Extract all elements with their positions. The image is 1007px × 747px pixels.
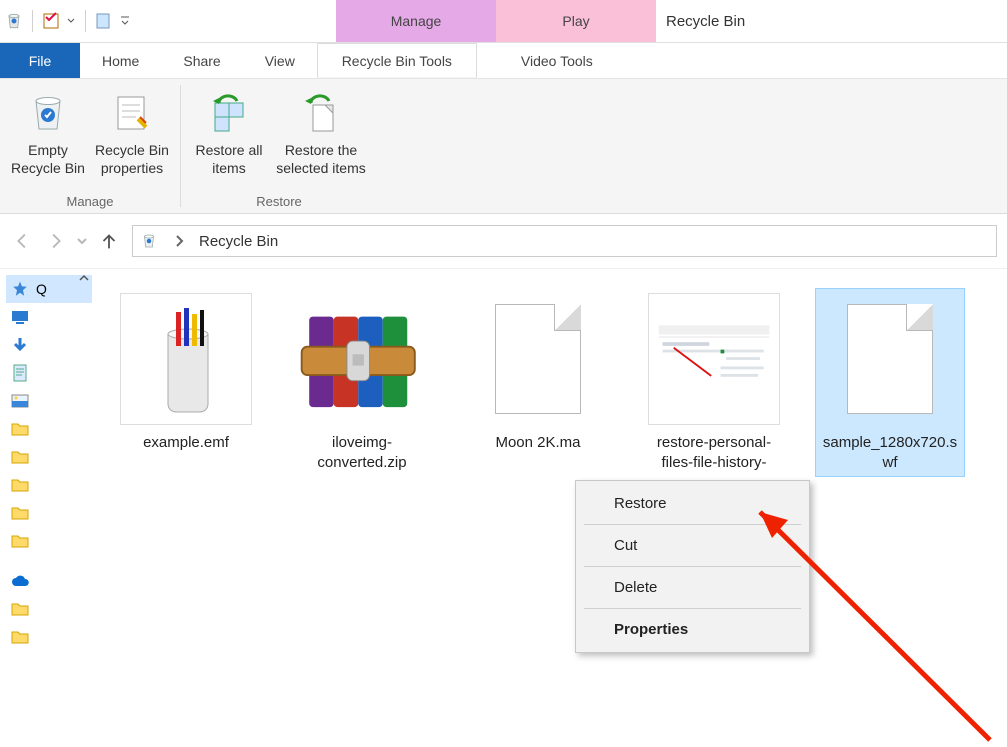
folder-icon <box>10 531 30 551</box>
sidebar-item-folder-2[interactable] <box>6 443 92 471</box>
qat-customize[interactable] <box>118 11 132 31</box>
file-thumb <box>120 293 252 425</box>
tab-share[interactable]: Share <box>161 43 242 78</box>
empty-recycle-bin-label: Empty Recycle Bin <box>6 141 90 177</box>
nav-row: Recycle Bin <box>0 214 1007 268</box>
address-bar-location-icon <box>139 231 159 251</box>
empty-recycle-bin-icon <box>24 89 72 137</box>
contextual-header-play: Play <box>496 0 656 42</box>
sidebar-item-label: Q <box>36 281 47 297</box>
sidebar-item-desktop[interactable] <box>6 303 92 331</box>
ribbon-group-manage: Empty Recycle Bin Recycle Bin properties… <box>0 79 180 213</box>
pictures-icon <box>10 391 30 411</box>
desktop-icon <box>10 307 30 327</box>
qat-generic-icon[interactable] <box>94 11 114 31</box>
recycle-bin-properties-label: Recycle Bin properties <box>90 141 174 177</box>
file-label: Moon 2K.ma <box>495 433 580 453</box>
document-icon <box>10 363 30 383</box>
titlebar: Manage Play Recycle Bin <box>0 0 1007 42</box>
sidebar-item-folder-7[interactable] <box>6 623 92 651</box>
recycle-bin-icon <box>4 11 24 31</box>
sidebar-item-folder-3[interactable] <box>6 471 92 499</box>
navigation-pane[interactable]: Q <box>0 269 92 747</box>
file-thumb <box>824 293 956 425</box>
file-label: sample_1280x720.swf <box>820 433 960 472</box>
context-menu-separator <box>584 566 801 567</box>
sidebar-item-folder-1[interactable] <box>6 415 92 443</box>
empty-recycle-bin-button[interactable]: Empty Recycle Bin <box>6 85 90 190</box>
restore-all-items-button[interactable]: Restore all items <box>187 85 271 190</box>
nav-arrows <box>10 228 122 254</box>
content-pane[interactable]: example.emf iloveimg-conve <box>92 269 1007 747</box>
ribbon: Empty Recycle Bin Recycle Bin properties… <box>0 78 1007 214</box>
file-label: restore-personal-files-file-history- <box>644 433 784 472</box>
file-thumb <box>648 293 780 425</box>
context-menu: Restore Cut Delete Properties <box>575 480 810 653</box>
file-items: example.emf iloveimg-conve <box>112 289 1007 476</box>
file-label: example.emf <box>143 433 229 453</box>
back-button[interactable] <box>10 228 36 254</box>
restore-selected-items-button[interactable]: Restore the selected items <box>271 85 371 190</box>
folder-icon <box>10 627 30 647</box>
ribbon-group-restore: Restore all items Restore the selected i… <box>181 79 377 213</box>
breadcrumb-location[interactable]: Recycle Bin <box>199 233 278 250</box>
restore-all-items-label: Restore all items <box>187 141 271 177</box>
contextual-header-manage: Manage <box>336 0 496 42</box>
context-menu-separator <box>584 524 801 525</box>
ribbon-group-manage-label: Manage <box>67 190 114 211</box>
recent-locations-button[interactable] <box>74 228 90 254</box>
tab-home[interactable]: Home <box>80 43 161 78</box>
tab-video-tools[interactable]: Video Tools <box>477 43 637 78</box>
file-item-restore-personal[interactable]: restore-personal-files-file-history- <box>640 289 788 476</box>
up-button[interactable] <box>96 228 122 254</box>
context-menu-cut[interactable]: Cut <box>578 527 807 564</box>
sidebar-item-folder-4[interactable] <box>6 499 92 527</box>
qat-dropdown-1[interactable] <box>65 11 77 31</box>
recycle-bin-properties-button[interactable]: Recycle Bin properties <box>90 85 174 190</box>
sidebar-item-folder-6[interactable] <box>6 595 92 623</box>
sidebar-item-pictures[interactable] <box>6 387 92 415</box>
file-item-moon-2k-ma[interactable]: Moon 2K.ma <box>464 289 612 476</box>
qat-properties-icon[interactable] <box>41 11 61 31</box>
context-menu-separator <box>584 608 801 609</box>
folder-icon <box>10 475 30 495</box>
tab-file[interactable]: File <box>0 43 80 78</box>
folder-icon <box>10 447 30 467</box>
star-icon <box>10 279 30 299</box>
file-thumb <box>296 293 428 425</box>
file-item-sample-swf[interactable]: sample_1280x720.swf <box>816 289 964 476</box>
main-area: Q <box>0 268 1007 747</box>
window-title: Recycle Bin <box>666 0 765 42</box>
context-menu-restore[interactable]: Restore <box>578 485 807 522</box>
quick-access-toolbar <box>0 0 136 42</box>
file-item-iloveimg-zip[interactable]: iloveimg-converted.zip <box>288 289 436 476</box>
sidebar-item-downloads[interactable] <box>6 331 92 359</box>
folder-icon <box>10 503 30 523</box>
forward-button[interactable] <box>42 228 68 254</box>
nav-scroll-up-icon[interactable] <box>76 269 92 287</box>
sidebar-item-folder-5[interactable] <box>6 527 92 555</box>
cloud-icon <box>10 571 30 591</box>
tab-view[interactable]: View <box>243 43 317 78</box>
file-label: iloveimg-converted.zip <box>292 433 432 472</box>
file-thumb <box>472 293 604 425</box>
restore-all-icon <box>205 89 253 137</box>
ribbon-group-restore-label: Restore <box>256 190 302 211</box>
folder-icon <box>10 599 30 619</box>
contextual-tab-headers: Manage Play <box>336 0 656 42</box>
sidebar-item-onedrive[interactable] <box>6 567 92 595</box>
context-menu-properties[interactable]: Properties <box>578 611 807 648</box>
downloads-icon <box>10 335 30 355</box>
restore-selected-items-label: Restore the selected items <box>271 141 371 177</box>
ribbon-tabs: File Home Share View Recycle Bin Tools V… <box>0 42 1007 78</box>
properties-icon <box>108 89 156 137</box>
address-bar[interactable]: Recycle Bin <box>132 225 997 257</box>
context-menu-delete[interactable]: Delete <box>578 569 807 606</box>
breadcrumb-chevron-icon[interactable] <box>169 231 189 251</box>
file-item-example-emf[interactable]: example.emf <box>112 289 260 476</box>
tab-recycle-bin-tools[interactable]: Recycle Bin Tools <box>317 43 477 78</box>
folder-icon <box>10 419 30 439</box>
restore-selected-icon <box>297 89 345 137</box>
sidebar-item-documents[interactable] <box>6 359 92 387</box>
